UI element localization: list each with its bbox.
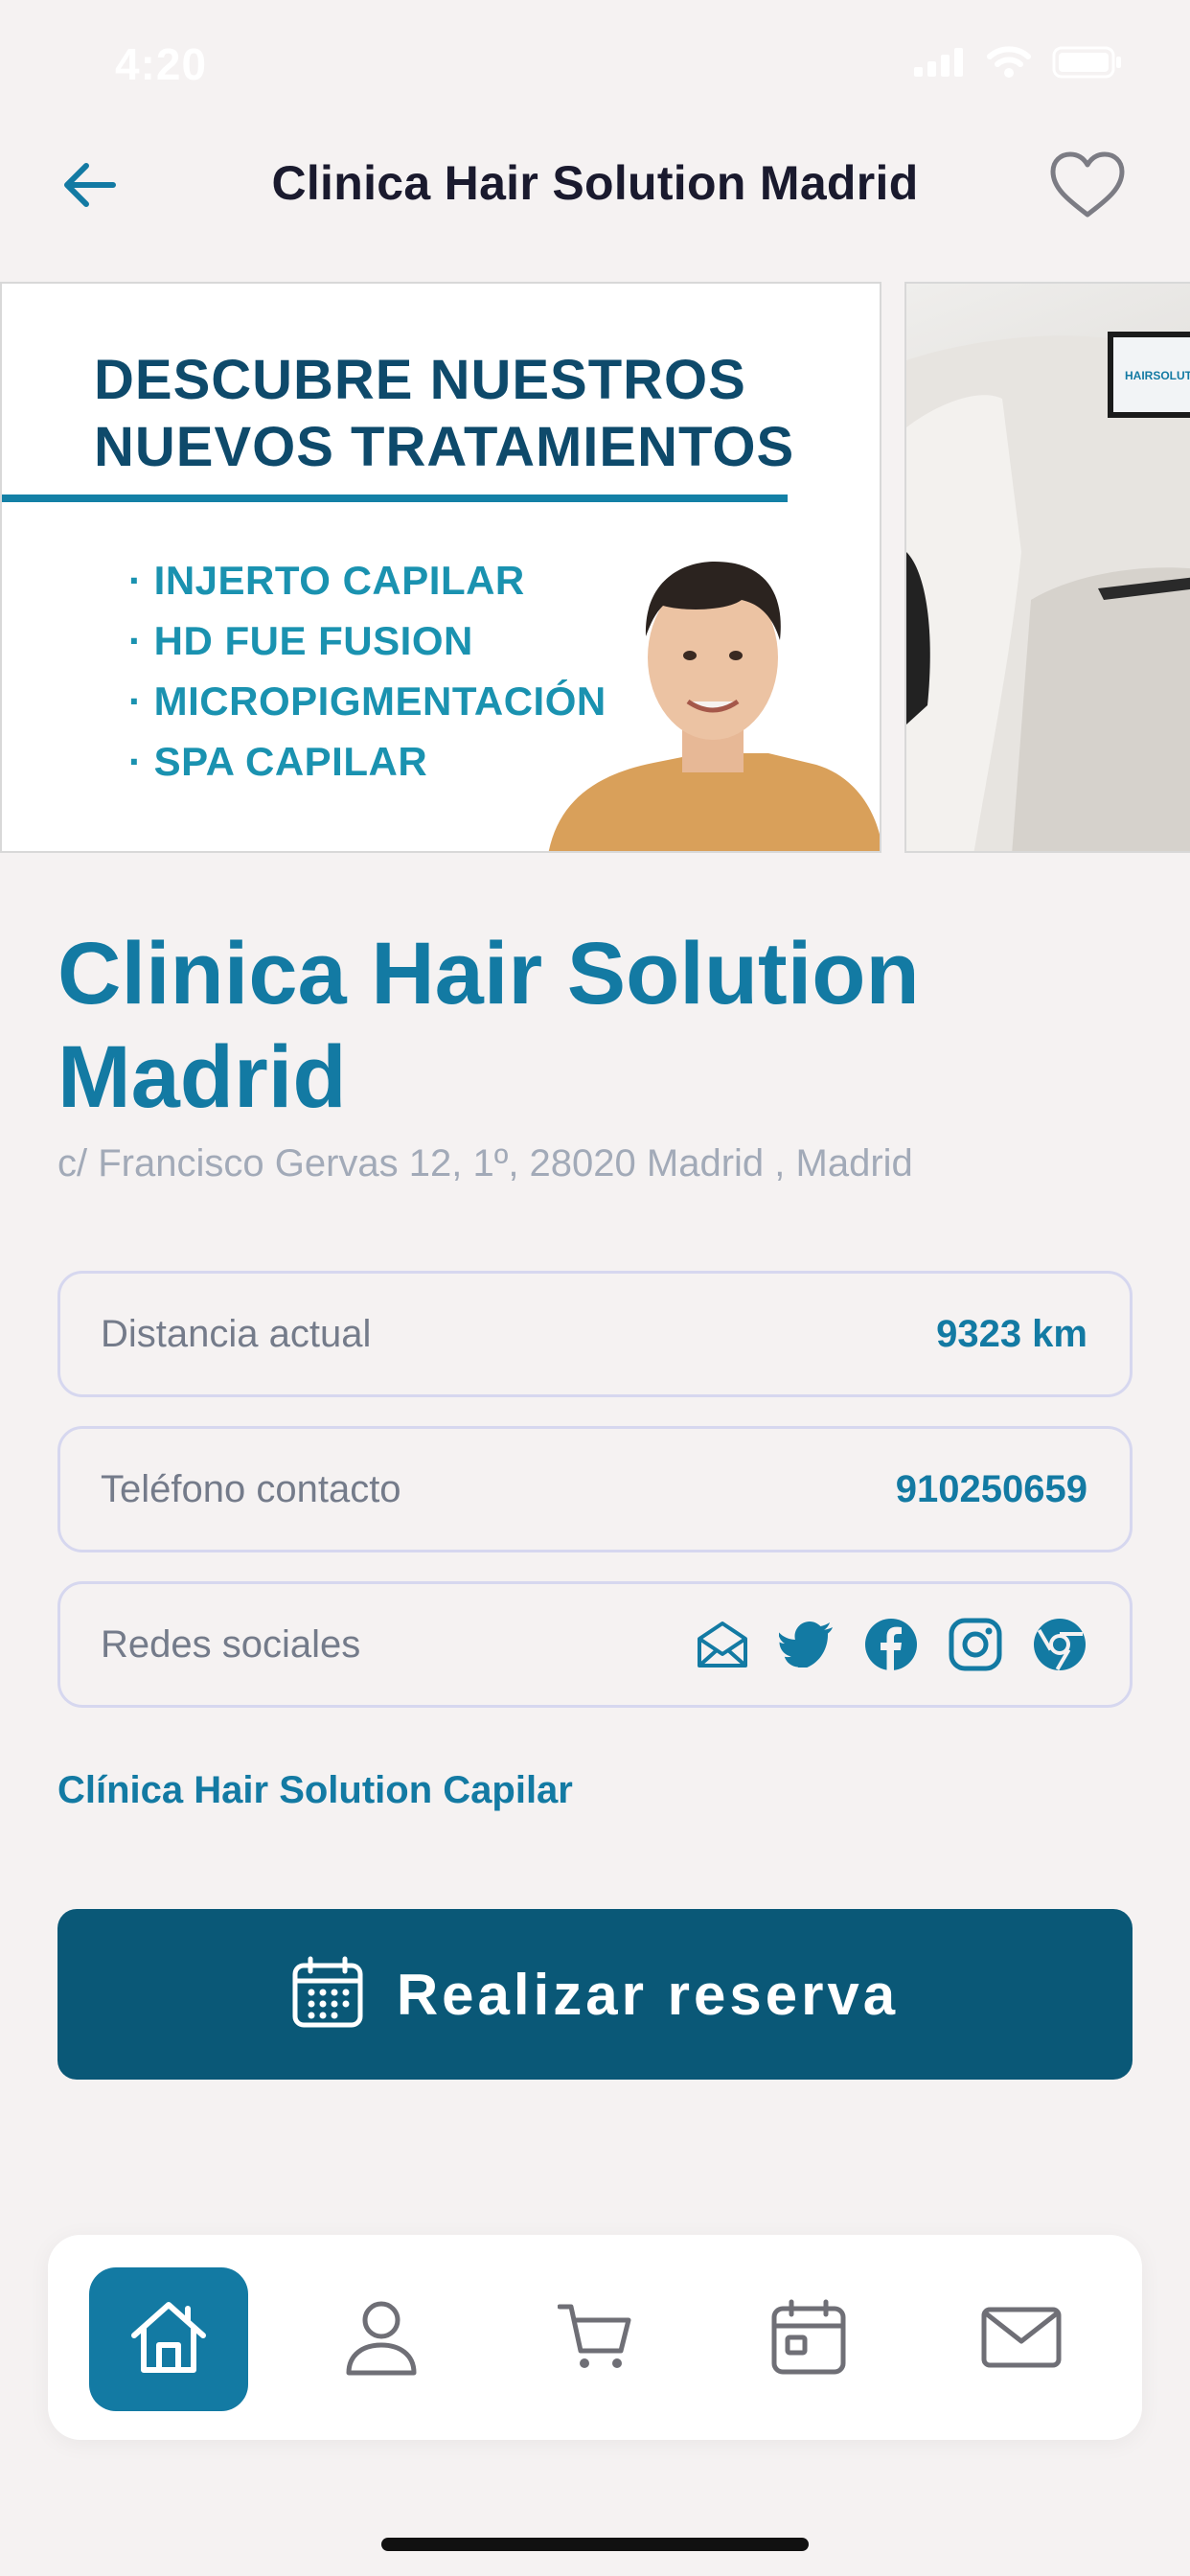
nav-home[interactable] [89, 2267, 248, 2411]
facebook-icon[interactable] [863, 1617, 919, 1672]
social-icons [695, 1584, 1087, 1705]
list-item: INJERTO CAPILAR [128, 550, 606, 610]
heart-icon [1048, 150, 1127, 225]
instagram-icon[interactable] [948, 1617, 1003, 1672]
calendar-icon [770, 2299, 847, 2380]
promo-slide[interactable]: DESCUBRE NUESTROS NUEVOS TRATAMIENTOS IN… [0, 282, 881, 853]
home-icon [128, 2299, 209, 2380]
chrome-icon[interactable] [1032, 1617, 1087, 1672]
distance-value: 9323 km [936, 1313, 1087, 1355]
book-appointment-label: Realizar reserva [396, 1962, 900, 2027]
screen-logo-text: HAIRSOLUTION [1125, 369, 1190, 382]
list-item: SPA CAPILAR [128, 731, 606, 792]
signal-icon [914, 48, 966, 81]
social-label: Redes sociales [101, 1623, 361, 1666]
book-appointment-button[interactable]: Realizar reserva [57, 1909, 1133, 2080]
email-icon[interactable] [695, 1617, 750, 1672]
list-item: MICROPIGMENTACIÓN [128, 671, 606, 731]
clinic-name: Clinica Hair Solution Madrid [57, 925, 920, 1126]
nav-calendar[interactable] [729, 2267, 888, 2411]
status-time: 4:20 [115, 39, 208, 89]
promo-person-photo [538, 523, 880, 851]
nav-profile[interactable] [302, 2267, 461, 2411]
image-carousel[interactable]: DESCUBRE NUESTROS NUEVOS TRATAMIENTOS IN… [0, 282, 1190, 857]
cart-icon [557, 2303, 632, 2377]
treatments-list: INJERTO CAPILAR HD FUE FUSION MICROPIGME… [128, 550, 606, 792]
twitter-icon[interactable] [779, 1617, 835, 1672]
page-title: Clinica Hair Solution Madrid [271, 156, 919, 210]
wifi-icon [987, 46, 1031, 83]
status-icons [914, 46, 1123, 83]
clinic-link[interactable]: Clínica Hair Solution Capilar [57, 1769, 573, 1812]
bottom-navigation [48, 2235, 1142, 2440]
favorite-button[interactable] [1044, 144, 1131, 230]
home-indicator [381, 2538, 809, 2551]
list-item: HD FUE FUSION [128, 610, 606, 671]
social-row: Redes sociales [57, 1581, 1133, 1708]
calendar-icon [291, 1956, 364, 2034]
battery-icon [1052, 46, 1123, 83]
profile-icon [345, 2299, 418, 2380]
promo-title: DESCUBRE NUESTROS NUEVOS TRATAMIENTOS [94, 349, 795, 478]
nav-cart[interactable] [515, 2267, 675, 2411]
clinic-interior-slide[interactable]: HAIRSOLUTION [904, 282, 1190, 853]
phone-row[interactable]: Teléfono contacto 910250659 [57, 1426, 1133, 1552]
distance-row: Distancia actual 9323 km [57, 1271, 1133, 1397]
distance-label: Distancia actual [101, 1313, 372, 1355]
nav-mail[interactable] [942, 2267, 1101, 2411]
clinic-address: c/ Francisco Gervas 12, 1º, 28020 Madrid… [57, 1142, 913, 1184]
phone-value[interactable]: 910250659 [896, 1429, 1087, 1550]
phone-label: Teléfono contacto [101, 1468, 401, 1510]
mail-icon [981, 2307, 1062, 2373]
promo-divider [2, 494, 788, 502]
